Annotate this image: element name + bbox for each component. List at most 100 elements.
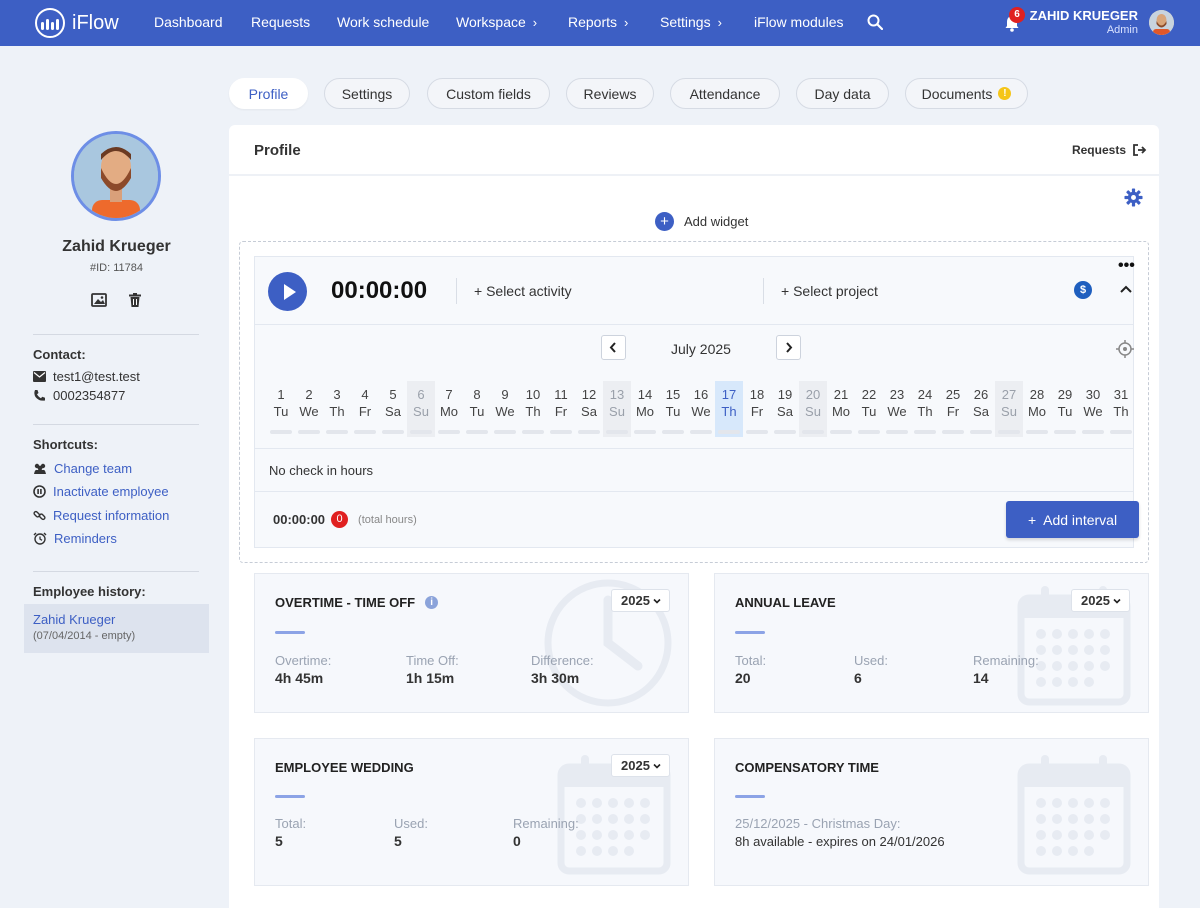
stat-value: 5 (394, 833, 402, 849)
calendar-day[interactable]: 24 Th (911, 381, 939, 437)
stat-label: Remaining: (513, 816, 579, 831)
calendar-day[interactable]: 10 Th (519, 381, 547, 437)
calendar-day[interactable]: 1 Tu (267, 381, 295, 437)
tab-documents[interactable]: Documents ! (905, 78, 1028, 109)
day-hours-bar (1082, 430, 1104, 434)
add-widget-label: Add widget (684, 214, 749, 229)
day-name: Tu (1057, 404, 1073, 419)
requests-link[interactable]: Requests (1072, 143, 1147, 157)
tab-attendance[interactable]: Attendance (670, 78, 780, 109)
calendar-day[interactable]: 9 We (491, 381, 519, 437)
shortcut-inactivate-employee[interactable]: Inactivate employee (33, 484, 169, 499)
trash-icon[interactable] (127, 292, 143, 308)
info-icon[interactable]: i (425, 596, 439, 609)
chevron-right-icon (786, 342, 793, 353)
calendar-day[interactable]: 23 We (883, 381, 911, 437)
day-number: 11 (554, 387, 568, 402)
year-select[interactable]: 2025 (611, 754, 670, 777)
gear-icon[interactable] (1124, 188, 1143, 207)
currency-icon[interactable]: $ (1074, 281, 1092, 299)
user-avatar[interactable] (1149, 10, 1174, 35)
calendar-day[interactable]: 13 Su (603, 381, 631, 437)
tab-profile[interactable]: Profile (229, 78, 308, 109)
calendar-day[interactable]: 30 We (1079, 381, 1107, 437)
user-name[interactable]: ZAHID KRUEGER (1030, 8, 1138, 23)
calendar-day[interactable]: 21 Mo (827, 381, 855, 437)
tab-settings[interactable]: Settings (324, 78, 410, 109)
history-item[interactable]: Zahid Krueger (07/04/2014 - empty) (24, 604, 209, 653)
calendar-day[interactable]: 12 Sa (575, 381, 603, 437)
crosshair-icon[interactable] (1116, 340, 1134, 358)
calendar-day[interactable]: 20 Su (799, 381, 827, 437)
add-widget-button[interactable]: + Add widget (655, 212, 748, 231)
calendar-day[interactable]: 16 We (687, 381, 715, 437)
shortcut-reminders[interactable]: Reminders (33, 531, 117, 546)
day-name: Fr (750, 404, 764, 419)
image-icon[interactable] (91, 292, 107, 308)
calendar-day[interactable]: 4 Fr (351, 381, 379, 437)
calendar-day[interactable]: 19 Sa (771, 381, 799, 437)
calendar-day[interactable]: 3 Th (323, 381, 351, 437)
more-options-icon[interactable]: ••• (1118, 258, 1135, 274)
calendar-day[interactable]: 25 Fr (939, 381, 967, 437)
calendar-day[interactable]: 28 Mo (1023, 381, 1051, 437)
calendar-day[interactable]: 26 Sa (967, 381, 995, 437)
shortcut-change-team-label: Change team (54, 461, 133, 476)
shortcut-request-information[interactable]: Request information (33, 508, 169, 523)
calendar-day[interactable]: 2 We (295, 381, 323, 437)
shortcut-change-team[interactable]: Change team (33, 461, 132, 476)
year-select[interactable]: 2025 (1071, 589, 1130, 612)
play-button[interactable] (268, 272, 307, 311)
day-name: Sa (385, 404, 401, 419)
nav-workspace[interactable]: Workspace › (456, 14, 537, 30)
day-name: Fr (554, 404, 568, 419)
chevron-up-icon[interactable] (1119, 284, 1133, 294)
nav-settings[interactable]: Settings › (660, 14, 722, 30)
overtime-card: OVERTIME - TIME OFF i 2025 Overtime: 4h … (254, 573, 689, 713)
day-name: Sa (973, 404, 989, 419)
calendar-day[interactable]: 27 Su (995, 381, 1023, 437)
calendar-day[interactable]: 6 Su (407, 381, 435, 437)
profile-panel: Profile Requests + Add widget 00:00:00 +… (229, 125, 1159, 908)
add-interval-button[interactable]: + Add interval (1006, 501, 1139, 538)
calendar-day[interactable]: 31 Th (1107, 381, 1135, 437)
link-icon (33, 510, 46, 521)
tab-reviews[interactable]: Reviews (566, 78, 654, 109)
day-hours-bar (298, 430, 320, 434)
select-project[interactable]: + Select project (781, 283, 878, 299)
prev-month-button[interactable] (601, 335, 626, 360)
calendar-day[interactable]: 14 Mo (631, 381, 659, 437)
calendar-day[interactable]: 8 Tu (463, 381, 491, 437)
day-hours-bar (690, 430, 712, 434)
calendar-day[interactable]: 7 Mo (435, 381, 463, 437)
nav-iflow-modules[interactable]: iFlow modules (754, 14, 843, 30)
calendar-day[interactable]: 22 Tu (855, 381, 883, 437)
nav-requests[interactable]: Requests (251, 14, 310, 30)
day-name: Tu (469, 404, 485, 419)
tab-custom-fields[interactable]: Custom fields (427, 78, 550, 109)
user-role: Admin (1106, 24, 1138, 36)
calendar-day[interactable]: 29 Tu (1051, 381, 1079, 437)
calendar-day[interactable]: 11 Fr (547, 381, 575, 437)
nav-work-schedule[interactable]: Work schedule (337, 14, 429, 30)
next-month-button[interactable] (776, 335, 801, 360)
timer-row: 00:00:00 + Select activity + Select proj… (255, 257, 1135, 325)
calendar-day[interactable]: 18 Fr (743, 381, 771, 437)
stat-label: Time Off: (406, 653, 459, 668)
day-name: Sa (777, 404, 793, 419)
panel-title: Profile (254, 142, 301, 159)
calendar-day[interactable]: 5 Sa (379, 381, 407, 437)
calendar-day[interactable]: 17 Th (715, 381, 743, 437)
day-number: 26 (973, 387, 989, 402)
history-name[interactable]: Zahid Krueger (33, 612, 200, 627)
year-select[interactable]: 2025 (611, 589, 670, 612)
chevron-down-icon (653, 763, 661, 769)
app-logo[interactable]: iFlow (35, 7, 119, 39)
calendar-day[interactable]: 15 Tu (659, 381, 687, 437)
nav-reports[interactable]: Reports › (568, 14, 628, 30)
tab-day-data[interactable]: Day data (796, 78, 889, 109)
select-activity[interactable]: + Select activity (474, 283, 572, 299)
nav-dashboard[interactable]: Dashboard (154, 14, 223, 30)
search-icon[interactable] (867, 14, 883, 30)
day-number: 24 (917, 387, 933, 402)
